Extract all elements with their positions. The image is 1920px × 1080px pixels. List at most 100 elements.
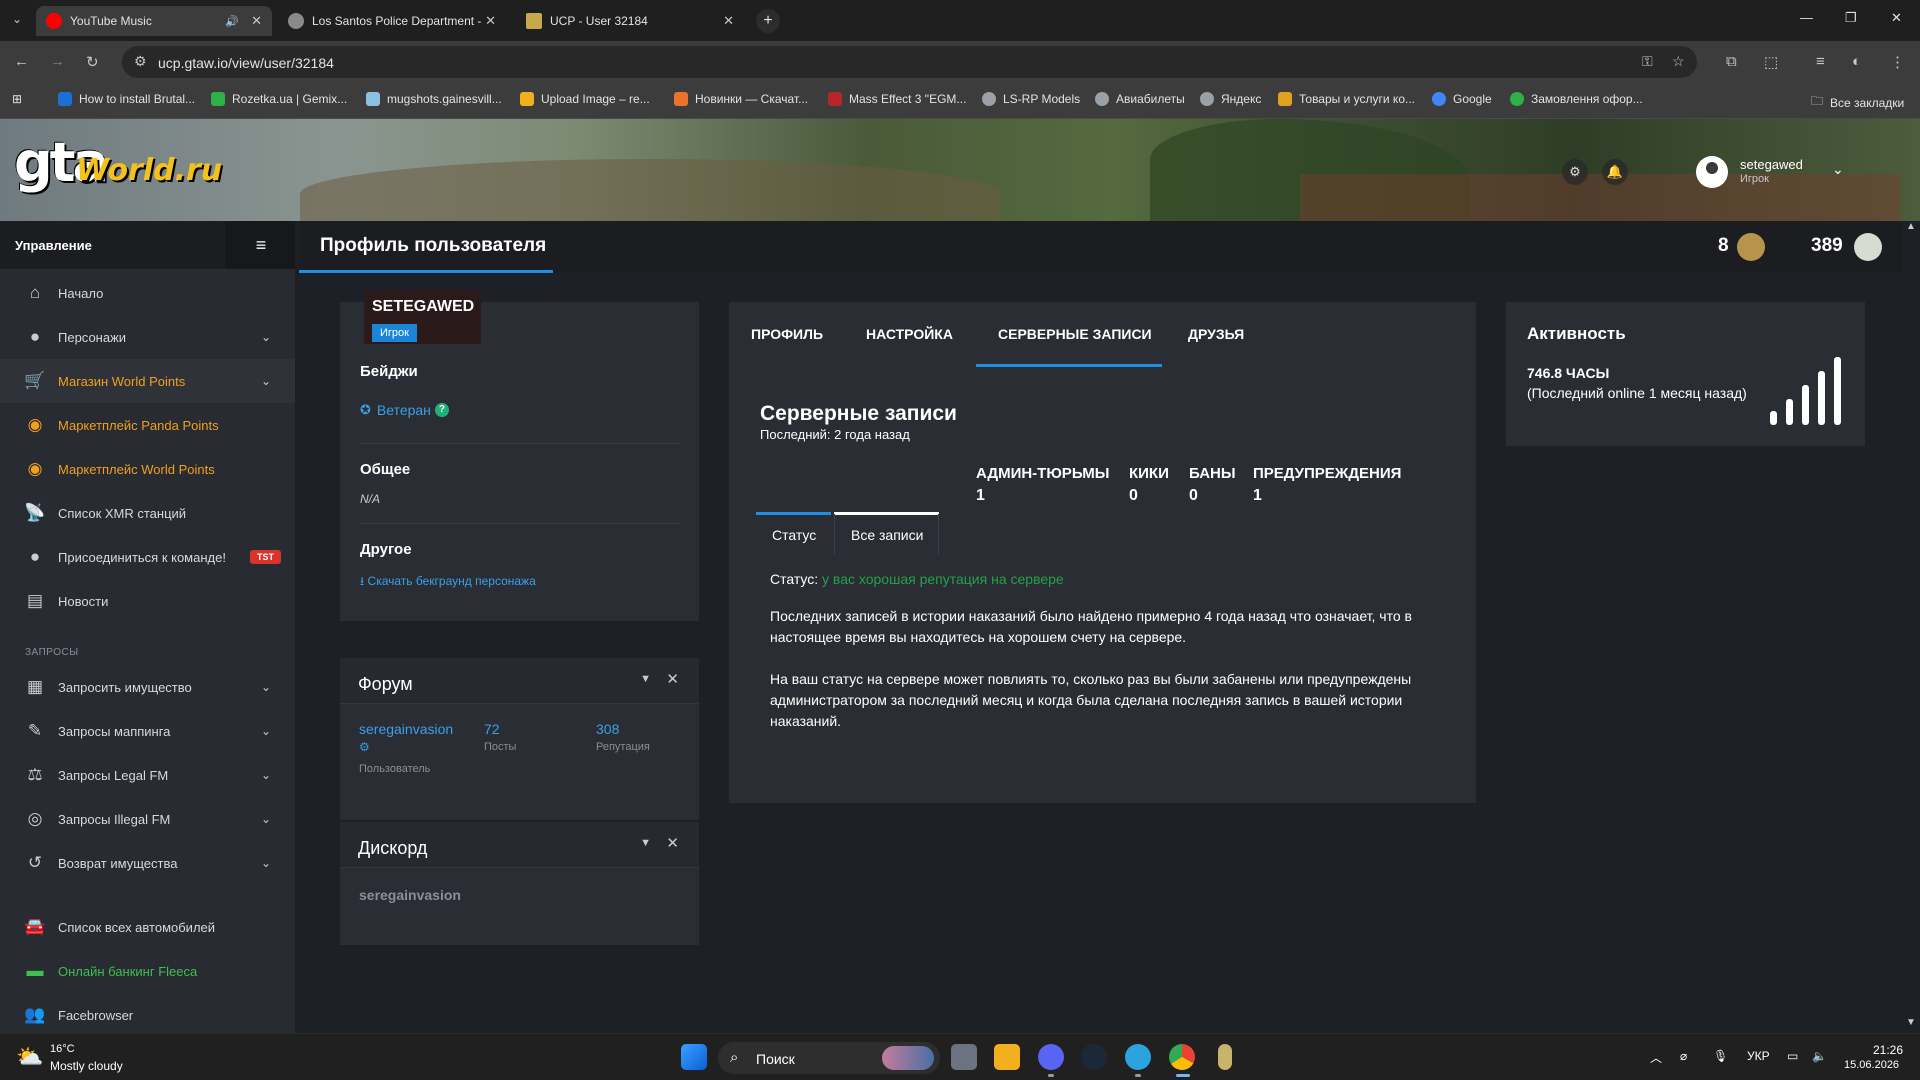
gta-world-logo[interactable]: gta World.ru (14, 131, 222, 194)
sidebar-item-vehicles[interactable]: 🚘 Список всех автомобилей (0, 905, 297, 949)
clock-date[interactable]: 15.06.2026 (1844, 1059, 1899, 1071)
collapse-caret-icon[interactable]: ▼ (640, 837, 651, 849)
puzzle-icon[interactable]: ⬚ (1764, 53, 1778, 71)
apps-grid-icon[interactable]: ⊞ (12, 92, 22, 106)
bookmark-item[interactable]: LS-RP Models (982, 92, 1080, 106)
taskbar-search[interactable]: ⌕ Поиск (718, 1042, 940, 1074)
forward-icon[interactable]: → (50, 53, 65, 70)
windows-start-icon[interactable] (681, 1044, 707, 1070)
menu-icon[interactable]: ⋮ (1890, 53, 1905, 71)
page-scrollbar[interactable]: ▲ ▼ (1903, 221, 1920, 1033)
steam-icon[interactable] (1081, 1044, 1107, 1070)
veteran-badge[interactable]: ✪ Ветеран ? (360, 402, 449, 418)
sidebar-item-legal-fm[interactable]: ⚖ Запросы Legal FM ⌄ (0, 753, 297, 797)
sidebar-item-property-request[interactable]: ▦ Запросить имущество ⌄ (0, 665, 297, 709)
task-view-icon[interactable] (951, 1044, 977, 1070)
site-info-icon[interactable]: ⚙ (134, 53, 147, 70)
sidebar-item-property-return[interactable]: ↺ Возврат имущества ⌄ (0, 841, 297, 885)
sidebar-item-home[interactable]: ⌂ Начало (0, 271, 297, 315)
tab-friends[interactable]: ДРУЗЬЯ (1188, 326, 1244, 342)
restore-icon[interactable]: ❐ (1845, 10, 1857, 26)
scroll-up-icon[interactable]: ▲ (1906, 221, 1916, 232)
forum-username-link[interactable]: seregainvasion (359, 721, 453, 737)
url-text[interactable]: ucp.gtaw.io/view/user/32184 (158, 55, 334, 71)
subtab-status[interactable]: Статус (772, 527, 816, 543)
sidebar-item-join-team[interactable]: ● Присоединиться к команде! TST (0, 535, 297, 579)
all-bookmarks-button[interactable]: 🗀 Все закладки (1811, 92, 1904, 113)
profile-icon[interactable]: ◐ (1852, 53, 1861, 70)
input-language[interactable]: УКР (1747, 1049, 1770, 1063)
tab-ucp[interactable]: UCP - User 32184 ✕ (516, 6, 744, 36)
media-control-icon[interactable]: ≡ (1816, 53, 1825, 70)
display-icon[interactable]: ▭ (1787, 1049, 1798, 1063)
collapse-caret-icon[interactable]: ▼ (640, 673, 651, 685)
user-menu-chevron-icon[interactable]: ⌄ (1832, 161, 1844, 178)
sidebar-item-panda-market[interactable]: ◉ Маркетплейс Panda Points (0, 403, 297, 447)
address-bar[interactable]: ⚙ ucp.gtaw.io/view/user/32184 ⚿ ☆ (122, 46, 1697, 78)
tab-youtube-music[interactable]: YouTube Music 🔊 ✕ (36, 6, 272, 36)
tab-settings[interactable]: НАСТРОЙКА (866, 326, 953, 342)
microphone-app-icon[interactable] (1218, 1044, 1232, 1070)
new-tab-button[interactable]: + (756, 9, 780, 33)
weather-cloud-icon[interactable]: ⛅ (16, 1044, 43, 1070)
sidebar-item-xmr[interactable]: 📡 Список XMR станций (0, 491, 297, 535)
file-explorer-icon[interactable] (994, 1044, 1020, 1070)
bookmark-item[interactable]: Авиабилеты (1095, 92, 1185, 106)
settings-gear-icon[interactable]: ⚙ (1562, 159, 1588, 185)
forum-reputation-count[interactable]: 308 (596, 721, 619, 737)
speaker-icon[interactable]: 🔊 (225, 15, 239, 28)
volume-icon[interactable]: 🔈 (1812, 1049, 1827, 1063)
tab-search-chevron-icon[interactable]: ⌄ (12, 12, 22, 26)
bookmark-star-icon[interactable]: ☆ (1672, 53, 1685, 70)
sidebar-scrollbar[interactable] (295, 221, 299, 1033)
tab-lspd[interactable]: Los Santos Police Department - ✕ (278, 6, 506, 36)
extension-icon[interactable]: ⧉ (1726, 53, 1737, 70)
network-off-icon[interactable]: ⌀ (1680, 1049, 1687, 1063)
download-background-link[interactable]: ⭳ Скачать бекграунд персонажа (360, 572, 536, 593)
notification-bell-icon[interactable]: 🔔 (1602, 159, 1628, 185)
close-tab-icon[interactable]: ✕ (251, 13, 262, 29)
clock-time[interactable]: 21:26 (1873, 1043, 1903, 1057)
close-window-icon[interactable]: ✕ (1891, 10, 1902, 26)
bookmark-item[interactable]: Замовлення офор... (1510, 92, 1643, 106)
discord-icon[interactable] (1038, 1044, 1064, 1070)
scroll-down-icon[interactable]: ▼ (1906, 1017, 1916, 1028)
bookmark-item[interactable]: Upload Image – re... (520, 92, 650, 106)
bookmark-item[interactable]: Яндекс (1200, 92, 1261, 106)
close-icon[interactable]: ✕ (666, 670, 679, 688)
bookmark-item[interactable]: Google (1432, 92, 1492, 106)
chrome-icon[interactable] (1169, 1044, 1195, 1070)
sidebar-item-wp-shop[interactable]: 🛒 Магазин World Points ⌄ (0, 359, 297, 403)
bookmark-item[interactable]: Новинки — Скачат... (674, 92, 808, 106)
tray-chevron-up-icon[interactable]: ︿ (1650, 1049, 1662, 1066)
reload-icon[interactable]: ↻ (86, 53, 99, 71)
sidebar-item-characters[interactable]: ● Персонажи ⌄ (0, 315, 297, 359)
user-name[interactable]: setegawed (1740, 157, 1803, 172)
sidebar-item-wp-market[interactable]: ◉ Маркетплейс World Points (0, 447, 297, 491)
sidebar-item-facebrowser[interactable]: 👥 Facebrowser (0, 993, 297, 1033)
forum-posts-count[interactable]: 72 (484, 721, 500, 737)
sidebar-item-mapping[interactable]: ✎ Запросы маппинга ⌄ (0, 709, 297, 753)
bookmark-item[interactable]: Mass Effect 3 "EGM... (828, 92, 966, 106)
subtab-all-records[interactable]: Все записи (851, 527, 923, 543)
tab-profile[interactable]: ПРОФИЛЬ (751, 326, 823, 342)
telegram-icon[interactable] (1125, 1044, 1151, 1070)
tab-server-records[interactable]: СЕРВЕРНЫЕ ЗАПИСИ (998, 326, 1152, 342)
bookmark-item[interactable]: Товары и услуги ко... (1278, 92, 1415, 106)
sidebar-item-fleeca[interactable]: ▬ Онлайн банкинг Fleeca (0, 949, 297, 993)
close-icon[interactable]: ✕ (666, 834, 679, 852)
weather-temperature[interactable]: 16°C (50, 1043, 75, 1055)
bookmark-item[interactable]: How to install Brutal... (58, 92, 195, 106)
hamburger-menu-icon[interactable]: ≡ (225, 221, 297, 269)
back-icon[interactable]: ← (14, 53, 29, 70)
bookmark-item[interactable]: Rozetka.ua | Gemix... (211, 92, 347, 106)
help-icon[interactable]: ? (434, 403, 449, 417)
password-key-icon[interactable]: ⚿ (1642, 53, 1653, 70)
sidebar-item-news[interactable]: ▤ Новости (0, 579, 297, 623)
sidebar-item-illegal-fm[interactable]: ◎ Запросы Illegal FM ⌄ (0, 797, 297, 841)
weather-condition[interactable]: Mostly cloudy (50, 1059, 123, 1073)
minimize-icon[interactable]: — (1800, 10, 1813, 25)
bookmark-item[interactable]: mugshots.gainesvill... (366, 92, 502, 106)
close-tab-icon[interactable]: ✕ (485, 13, 496, 29)
mic-icon[interactable]: 🎙 (1713, 1049, 1728, 1063)
